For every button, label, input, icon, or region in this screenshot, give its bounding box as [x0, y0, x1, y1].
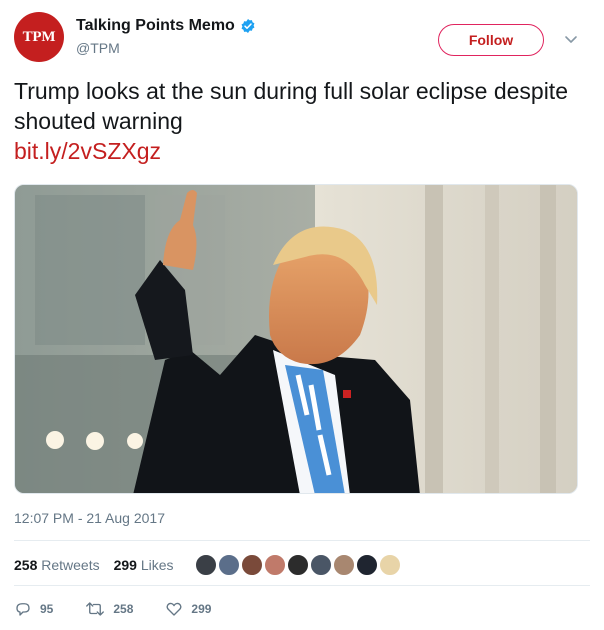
retweet-icon: [86, 602, 105, 616]
tweet-timestamp[interactable]: 12:07 PM - 21 Aug 2017: [14, 510, 165, 526]
verified-badge-icon: [241, 19, 255, 33]
reply-button[interactable]: 95: [14, 600, 53, 618]
reply-icon: [16, 603, 30, 616]
liker-avatar[interactable]: [216, 553, 241, 577]
avatar[interactable]: TPM: [14, 12, 64, 62]
tweet-text: Trump looks at the sun during full solar…: [14, 76, 574, 166]
liker-avatar[interactable]: [262, 553, 287, 577]
photo-illustration: [15, 185, 577, 493]
retweet-button[interactable]: 258: [85, 600, 133, 618]
likes-stat[interactable]: 299 Likes: [114, 557, 174, 573]
like-count: 299: [191, 602, 212, 616]
like-button[interactable]: 299: [165, 600, 211, 618]
account-handle[interactable]: @TPM: [76, 38, 256, 58]
likes-stat-count: 299: [113, 557, 137, 573]
liker-avatar[interactable]: [331, 553, 356, 577]
tweet-photo[interactable]: [14, 184, 578, 494]
tweet-card: TPM Talking Points Memo @TPM Follow Trum…: [0, 0, 604, 630]
retweets-stat[interactable]: 258 Retweets: [14, 557, 100, 573]
chevron-down-icon[interactable]: [562, 30, 580, 48]
tweet-stats: 258 Retweets 299 Likes: [14, 548, 590, 582]
divider-bottom: [14, 585, 590, 586]
liker-avatar[interactable]: [354, 553, 379, 577]
display-name[interactable]: Talking Points Memo: [76, 16, 256, 36]
liker-avatar[interactable]: [285, 553, 310, 577]
tweet-link[interactable]: bit.ly/2vSZXgz: [14, 136, 574, 166]
reply-count: 95: [40, 602, 54, 616]
account-names: Talking Points Memo @TPM: [76, 16, 256, 58]
tweet-actions: 95 258 299: [14, 597, 243, 621]
retweet-count: 258: [113, 602, 134, 616]
display-name-text: Talking Points Memo: [76, 17, 235, 34]
retweets-stat-label: Retweets: [41, 557, 100, 573]
liker-avatar[interactable]: [193, 553, 218, 577]
retweets-stat-count: 258: [14, 557, 38, 573]
liker-avatar[interactable]: [239, 553, 264, 577]
liker-avatars: [193, 553, 402, 577]
heart-icon: [166, 602, 182, 616]
divider-top: [14, 540, 590, 541]
liker-avatar[interactable]: [308, 553, 333, 577]
avatar-logo-text: TPM: [22, 28, 56, 45]
likes-stat-label: Likes: [140, 557, 174, 573]
tweet-body: Trump looks at the sun during full solar…: [14, 78, 568, 134]
follow-button[interactable]: Follow: [438, 24, 544, 56]
tweet-header: TPM Talking Points Memo @TPM Follow: [14, 12, 590, 62]
liker-avatar[interactable]: [377, 553, 402, 577]
